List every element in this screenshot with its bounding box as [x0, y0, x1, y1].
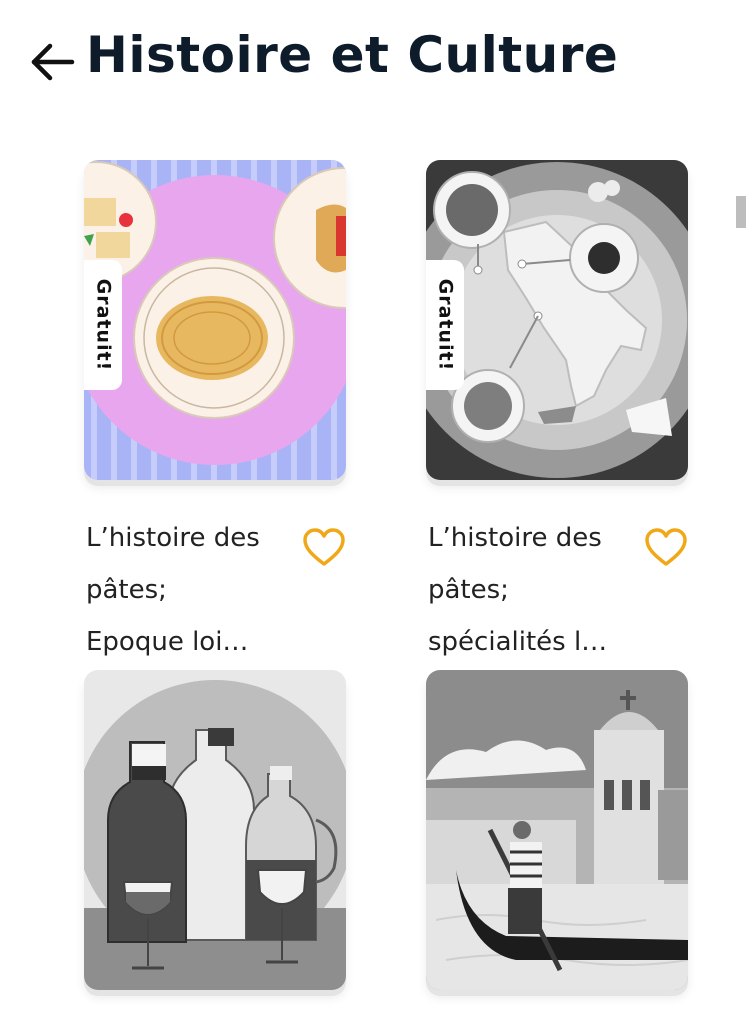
card-title-line: pâtes; [86, 575, 167, 605]
lesson-card[interactable]: Gratuit! L’histoire des pâtes; Epoque lo… [84, 160, 348, 657]
free-badge-label: Gratuit! [92, 278, 114, 372]
card-title-line: L’histoire des [86, 523, 260, 553]
back-arrow-icon[interactable] [28, 38, 76, 86]
favorite-heart-icon[interactable] [644, 528, 688, 568]
card-title-line: pâtes; [428, 575, 509, 605]
page-title: Histoire et Culture [86, 26, 619, 84]
next-item-peek [736, 196, 746, 228]
card-thumbnail: Gratuit! [84, 160, 346, 480]
favorite-heart-icon[interactable] [302, 528, 346, 568]
lesson-card[interactable]: Gratuit! L’histoire des pâtes; spécialit… [426, 160, 690, 657]
card-title-line: Epoque loi… [86, 627, 249, 657]
card-thumbnail [84, 670, 346, 990]
card-title-line: L’histoire des [428, 523, 602, 553]
lesson-card[interactable] [426, 670, 690, 990]
lesson-card[interactable] [84, 670, 348, 990]
free-badge: Gratuit! [426, 260, 464, 390]
free-badge-label: Gratuit! [434, 278, 456, 372]
card-title: L’histoire des pâtes; spécialités l… [428, 512, 628, 668]
card-title-line: spécialités l… [428, 627, 608, 657]
free-badge: Gratuit! [84, 260, 122, 390]
card-thumbnail [426, 670, 688, 990]
card-thumbnail: Gratuit! [426, 160, 688, 480]
header: Histoire et Culture [0, 0, 746, 120]
card-title: L’histoire des pâtes; Epoque loi… [86, 512, 286, 668]
